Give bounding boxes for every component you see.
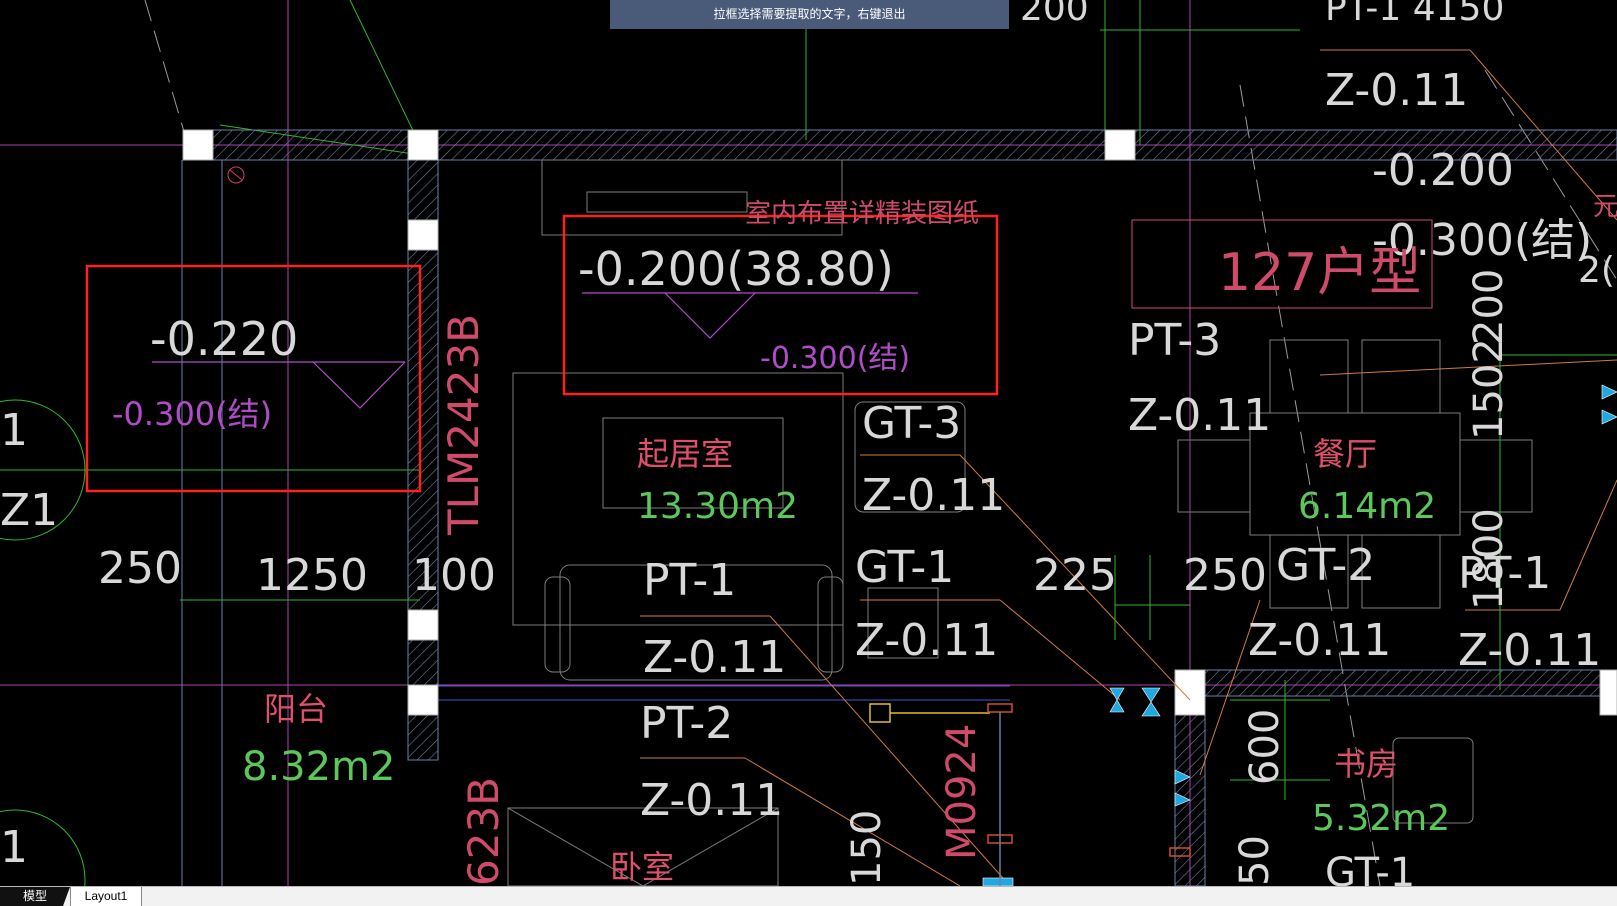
door-m-label: M0924 (939, 724, 985, 860)
dim-250-left: 250 (98, 543, 182, 594)
grid-axis-1b: 1 (0, 822, 28, 873)
elevation-main-struct: -0.300(结) (760, 341, 910, 376)
grid-axis-1a: 1 (0, 405, 28, 456)
gt1-label: GT-1 (855, 542, 954, 593)
room-name-study: 书房 (1334, 745, 1398, 783)
dim-200-vert: 200 (1466, 269, 1512, 345)
tab-model[interactable]: 模型 (0, 887, 70, 906)
pt1-right-label: PT-1 (1458, 548, 1551, 599)
dim-150: 150 (844, 810, 890, 886)
right-edge-top: 元 (1593, 192, 1617, 222)
cad-viewport[interactable]: 200 PT-1 4150 Z-0.11 室内布置详精装图纸 -0.200(38… (0, 0, 1617, 906)
tab-layout1[interactable]: Layout1 (70, 887, 142, 906)
window-tlm-lower-label: 623B (459, 777, 508, 886)
layout-tab-bar: 模型 Layout1 (0, 886, 1617, 906)
z-gt1: Z-0.11 (855, 615, 998, 666)
pt3-label: PT-3 (1128, 315, 1221, 366)
decor-note: 室内布置详精装图纸 (745, 199, 979, 229)
door-frames (869, 703, 1191, 886)
pt2-label: PT-2 (640, 698, 733, 749)
dim-top-200: 200 (1020, 0, 1089, 29)
z-pt3: Z-0.11 (1128, 390, 1271, 441)
top-pt-label: PT-1 4150 (1325, 0, 1504, 29)
selection-box-left[interactable] (85, 264, 422, 493)
dim-250-mid: 250 (1183, 550, 1267, 601)
elevation-right-top: -0.200 (1372, 145, 1514, 196)
dim-1502: 1502 (1466, 338, 1512, 440)
elevation-left: -0.220 (150, 312, 298, 366)
gt1-bottom-label: GT-1 (1325, 850, 1415, 886)
unit-type-label: 127户型 (1218, 243, 1421, 303)
dim-50: 50 (1232, 835, 1278, 886)
right-edge-char: 2( (1578, 250, 1615, 291)
window-tlm-label: TLM2423B (439, 314, 488, 536)
grid-circles (0, 399, 86, 886)
z-gt2: Z-0.11 (1248, 615, 1391, 666)
z-value-top: Z-0.11 (1325, 65, 1468, 116)
z-pt1: Z-0.11 (643, 632, 786, 683)
room-area-living: 13.30m2 (637, 486, 798, 527)
command-prompt-banner: 拉框选择需要提取的文字，右键退出 (610, 0, 1009, 29)
dim-225: 225 (1033, 550, 1117, 601)
z-pt1-right: Z-0.11 (1458, 625, 1601, 676)
dim-600: 600 (1242, 709, 1288, 785)
gt2-label: GT-2 (1276, 540, 1375, 591)
room-name-dining: 餐厅 (1313, 435, 1377, 473)
room-area-balcony: 8.32m2 (242, 744, 395, 790)
elevation-main: -0.200(38.80) (578, 242, 894, 296)
cad-drawing-canvas[interactable]: 200 PT-1 4150 Z-0.11 室内布置详精装图纸 -0.200(38… (0, 0, 1617, 886)
grid-axis-z1: Z1 (0, 485, 58, 536)
dim-1250: 1250 (256, 550, 368, 601)
pt1-label: PT-1 (643, 555, 736, 606)
room-name-balcony: 阳台 (264, 690, 328, 728)
elevation-left-struct: -0.300(结) (112, 395, 272, 433)
room-area-dining: 6.14m2 (1298, 486, 1436, 527)
room-area-study: 5.32m2 (1312, 798, 1450, 839)
room-name-bedroom: 卧室 (610, 848, 674, 886)
gt3-label: GT-3 (862, 398, 961, 449)
room-name-living: 起居室 (637, 435, 733, 473)
z-pt2: Z-0.11 (640, 775, 783, 826)
z-gt3: Z-0.11 (862, 470, 1005, 521)
dim-100: 100 (412, 550, 496, 601)
